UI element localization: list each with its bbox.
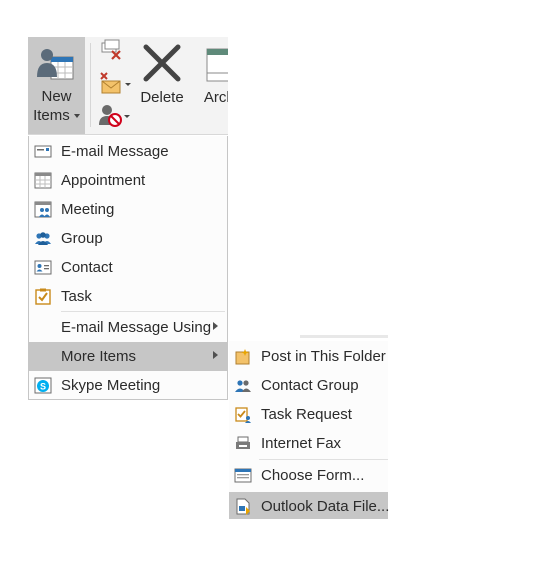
form-icon xyxy=(234,468,252,483)
contact-icon xyxy=(34,260,52,275)
svg-text:S: S xyxy=(40,382,46,392)
menu-item-label: More Items xyxy=(61,348,137,365)
junk-icon xyxy=(99,105,130,127)
clean-up-button[interactable] xyxy=(98,71,132,97)
task-request-icon xyxy=(235,407,251,423)
menu-item-skype-meeting[interactable]: S Skype Meeting xyxy=(29,371,227,400)
junk-button[interactable] xyxy=(98,103,132,129)
menu-item-label: Task xyxy=(61,288,92,305)
ribbon-separator xyxy=(90,43,91,127)
menu-item-label: Contact xyxy=(61,259,113,276)
submenu-item-label: Internet Fax xyxy=(261,435,342,452)
ribbon: New Items Delete Arc xyxy=(28,37,228,135)
menu-item-contact[interactable]: Contact xyxy=(29,253,227,282)
delete-button[interactable]: Delete xyxy=(136,37,188,134)
delete-label: Delete xyxy=(140,89,184,106)
menu-item-appointment[interactable]: Appointment xyxy=(29,166,227,195)
background-text-fragment xyxy=(300,335,388,338)
clean-up-icon xyxy=(100,72,131,94)
contact-group-icon xyxy=(235,380,251,392)
menu-item-label: Appointment xyxy=(61,172,146,189)
submenu-item-choose-form[interactable]: Choose Form... xyxy=(229,461,388,490)
menu-item-label: Meeting xyxy=(61,201,115,218)
new-items-menu: E-mail Message Appointment Meeting Group xyxy=(28,136,228,400)
menu-item-label: E-mail Message xyxy=(61,143,169,160)
new-items-label-line2: Items xyxy=(33,106,80,125)
archive-icon xyxy=(206,48,228,82)
submenu-item-label: Post in This Folder xyxy=(261,348,386,365)
submenu-item-label: Task Request xyxy=(261,406,352,423)
submenu-item-contact-group[interactable]: Contact Group xyxy=(229,371,388,400)
menu-item-task[interactable]: Task xyxy=(29,282,227,311)
submenu-arrow-icon xyxy=(213,322,218,330)
submenu-item-task-request[interactable]: Task Request xyxy=(229,400,388,429)
data-file-icon xyxy=(236,498,250,515)
ignore-icon xyxy=(101,39,121,60)
menu-item-group[interactable]: Group xyxy=(29,224,227,253)
submenu-item-label: Contact Group xyxy=(261,377,359,394)
skype-meeting-icon: S xyxy=(34,377,52,394)
submenu-item-label: Outlook Data File... xyxy=(261,498,390,515)
fax-icon xyxy=(236,436,250,449)
small-button-stack xyxy=(98,39,132,131)
email-message-icon xyxy=(34,145,52,158)
menu-item-label: E-mail Message Using xyxy=(61,319,212,336)
menu-item-label: Skype Meeting xyxy=(61,377,161,394)
delete-x-icon xyxy=(143,44,181,82)
menu-item-email-message-using[interactable]: E-mail Message Using xyxy=(29,313,227,342)
more-items-submenu: Post in This Folder Contact Group Task R… xyxy=(229,341,390,519)
ignore-button[interactable] xyxy=(98,39,132,65)
menu-item-more-items[interactable]: More Items xyxy=(29,342,227,371)
menu-item-email-message[interactable]: E-mail Message xyxy=(29,137,227,166)
archive-button[interactable]: Archi xyxy=(191,37,228,134)
appointment-icon xyxy=(34,172,52,189)
submenu-divider xyxy=(259,459,388,460)
menu-item-meeting[interactable]: Meeting xyxy=(29,195,227,224)
archive-label: Archi xyxy=(203,89,228,106)
new-items-label-line1: New xyxy=(41,88,72,105)
submenu-item-label: Choose Form... xyxy=(261,467,365,484)
post-icon xyxy=(235,349,250,365)
meeting-icon xyxy=(34,201,52,218)
submenu-item-outlook-data-file[interactable]: Outlook Data File... xyxy=(229,492,390,519)
dropdown-arrow-icon xyxy=(73,114,80,119)
new-items-icon xyxy=(36,49,73,80)
submenu-item-internet-fax[interactable]: Internet Fax xyxy=(229,429,388,458)
menu-divider xyxy=(61,311,225,312)
menu-item-label: Group xyxy=(61,230,103,247)
group-icon xyxy=(35,232,51,245)
submenu-arrow-icon xyxy=(213,351,218,359)
new-items-button[interactable]: New Items xyxy=(28,37,85,134)
task-icon xyxy=(35,288,51,305)
submenu-item-post[interactable]: Post in This Folder xyxy=(229,342,388,371)
